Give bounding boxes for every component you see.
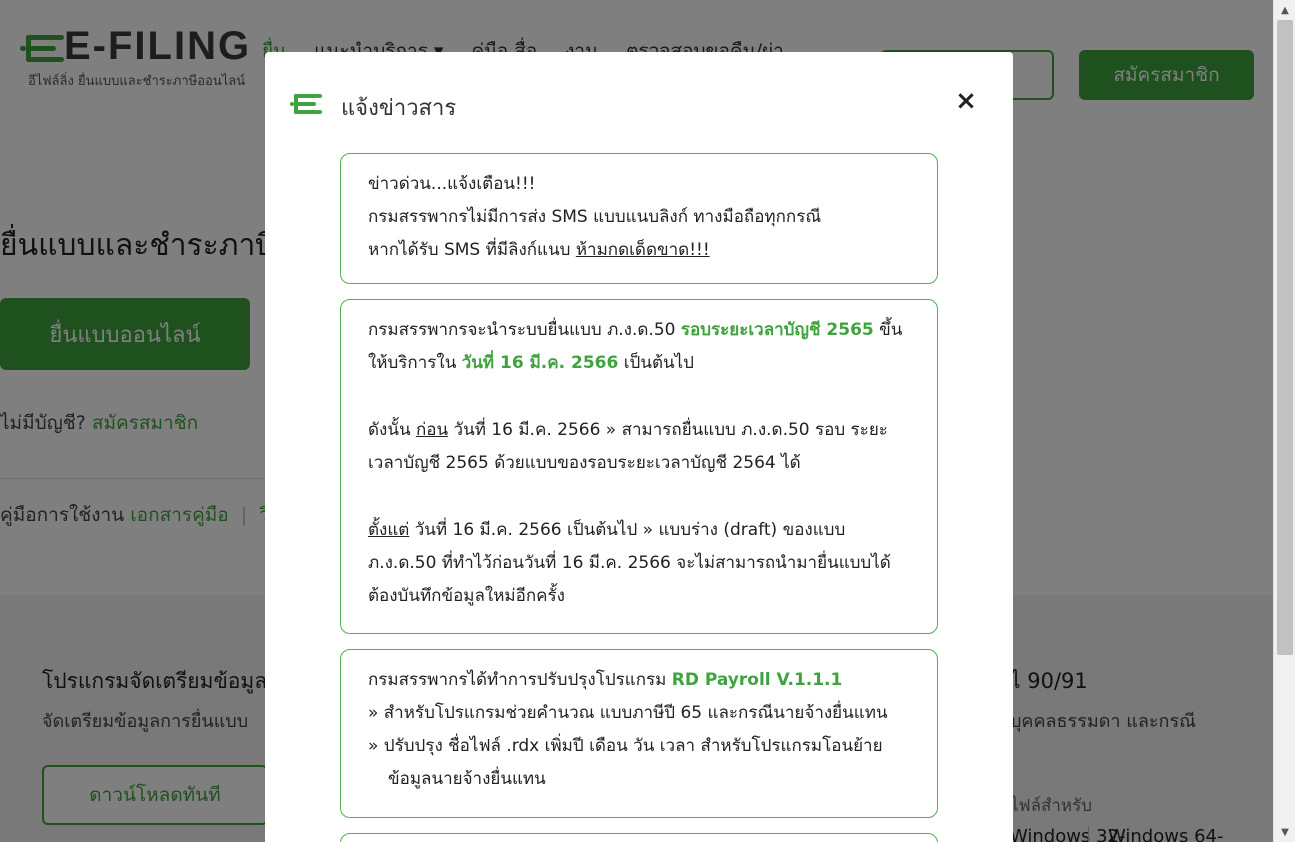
efiling-mini-logo-icon [290,93,324,115]
card1-line3: หากได้รับ SMS ที่มีลิงก์แนบ ห้ามกดเด็ดขา… [368,240,710,260]
news-card-next [340,833,938,842]
scroll-down-icon[interactable]: ▼ [1274,822,1295,842]
card2-p1: กรมสรรพากรจะนำระบบยื่นแบบ ภ.ง.ด.50 รอบระ… [368,320,903,373]
card1-heading: ข่าวด่วน...แจ้งเตือน!!! [368,174,536,194]
close-icon[interactable]: × [953,86,979,116]
card2-p3: ตั้งแต่ วันที่ 16 มี.ค. 2566 เป็นต้นไป »… [368,520,891,606]
card3-bullet1: » สำหรับโปรแกรมช่วยคำนวณ แบบภาษีปี 65 แล… [368,703,888,723]
card2-p2: ดังนั้น ก่อน วันที่ 16 มี.ค. 2566 » สามา… [368,420,888,473]
card3-bullet2: » ปรับปรุง ชื่อไฟล์ .rdx เพิ่มปี เดือน ว… [368,736,883,789]
news-card-pnd50: กรมสรรพากรจะนำระบบยื่นแบบ ภ.ง.ด.50 รอบระ… [340,299,938,634]
page-scrollbar[interactable]: ▲ ▼ [1273,0,1295,842]
scrollbar-thumb[interactable] [1277,20,1293,655]
modal-title: แจ้งข่าวสาร [341,96,457,121]
card3-heading: กรมสรรพากรได้ทำการปรับปรุงโปรแกรม RD Pay… [368,670,843,690]
card1-line2: กรมสรรพากรไม่มีการส่ง SMS แบบแนบลิงก์ ทา… [368,207,822,227]
news-modal: แจ้งข่าวสาร × ข่าวด่วน...แจ้งเตือน!!! กร… [265,52,1013,842]
card1-warning: ห้ามกดเด็ดขาด!!! [575,240,710,260]
scroll-up-icon[interactable]: ▲ [1274,0,1295,20]
news-card-rd-payroll: กรมสรรพากรได้ทำการปรับปรุงโปรแกรม RD Pay… [340,649,938,818]
news-card-sms-warning: ข่าวด่วน...แจ้งเตือน!!! กรมสรรพากรไม่มีก… [340,153,938,284]
